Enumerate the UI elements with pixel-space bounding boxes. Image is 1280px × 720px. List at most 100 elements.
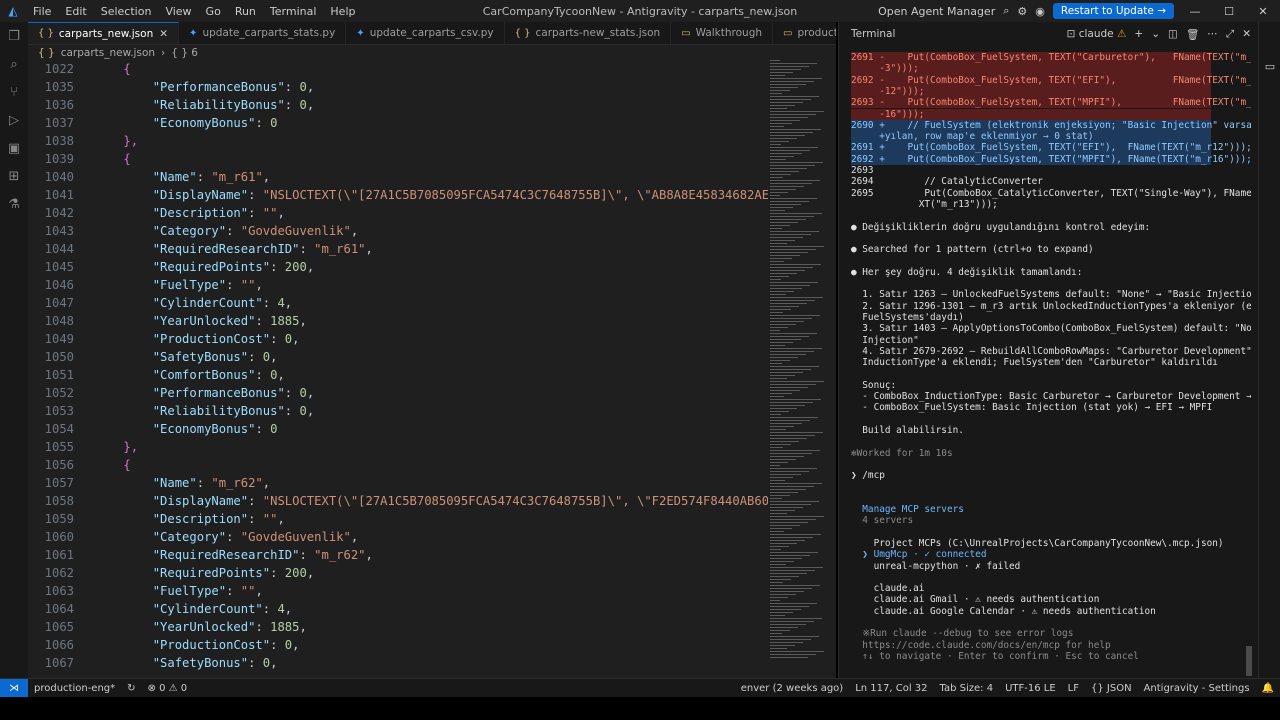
- minimap-line: [770, 117, 808, 118]
- minimap-line: [770, 510, 795, 511]
- minimap-line: [770, 489, 806, 490]
- settings-status[interactable]: Antigravity - Settings: [1144, 683, 1250, 694]
- tab-file-icon: ▭: [681, 27, 691, 39]
- minimize-icon[interactable]: —: [1178, 5, 1212, 18]
- editor-tab[interactable]: { } carparts_new.json ✕: [28, 22, 180, 44]
- terminal-line: 2690 + // FuelSystem (elektronik enjeksi…: [851, 119, 1251, 132]
- remote-explorer-icon[interactable]: ▣: [0, 134, 28, 162]
- restart-to-update-button[interactable]: Restart to Update →: [1052, 3, 1174, 19]
- source-control-icon[interactable]: ⑂: [0, 78, 28, 106]
- minimap-line: [770, 252, 808, 253]
- minimap-line: [770, 171, 799, 172]
- encoding-status[interactable]: UTF-16 LE: [1005, 683, 1056, 694]
- menu-item-help[interactable]: Help: [330, 5, 355, 18]
- account-icon[interactable]: ◉: [1035, 5, 1045, 18]
- breadcrumb-file[interactable]: carparts_new.json: [61, 47, 155, 59]
- eol-status[interactable]: LF: [1068, 683, 1079, 694]
- language-mode-status[interactable]: {} JSON: [1091, 683, 1132, 694]
- minimap-line: [770, 144, 781, 145]
- terminal-session-tab[interactable]: ⊡ claude ⚠: [1067, 28, 1127, 41]
- terminal-line: -12")));: [851, 85, 1211, 98]
- settings-gear-icon[interactable]: ⚙: [1017, 5, 1027, 18]
- chevron-down-icon[interactable]: ⌄: [1151, 28, 1160, 41]
- breadcrumb-path[interactable]: { } 6: [171, 47, 198, 59]
- close-tab-icon[interactable]: ✕: [159, 28, 168, 40]
- minimap-line: [770, 267, 813, 268]
- sync-icon[interactable]: ↻: [127, 683, 135, 694]
- code-line: "ComfortBonus": 0,: [152, 368, 285, 382]
- minimap-line: [770, 645, 795, 646]
- new-terminal-icon[interactable]: +: [1134, 28, 1143, 41]
- line-number: 1057: [44, 476, 74, 490]
- extensions-icon[interactable]: ⊞: [0, 162, 28, 190]
- terminal-line: Build alabilirsin.: [851, 424, 964, 436]
- terminal-output[interactable]: 2691 - Put(ComboBox_FuelSystem, TEXT("Ca…: [851, 52, 1251, 674]
- minimap-line: [770, 381, 824, 382]
- minimap-line: [770, 465, 780, 466]
- minimap-line: [770, 375, 795, 376]
- terminal-line: ● Değişikliklerin doğru uygulandığını ko…: [851, 221, 1151, 233]
- minimap-line: [770, 249, 816, 250]
- trash-icon[interactable]: 🗑: [1186, 28, 1199, 41]
- minimap-line: [770, 270, 805, 271]
- minimap-line: [770, 210, 785, 211]
- problems-status[interactable]: ⊗ 0 ⚠ 0: [148, 683, 188, 694]
- cursor-position-status[interactable]: Ln 117, Col 32: [855, 683, 927, 694]
- editor-tab[interactable]: ✦ update_carparts_stats.py: [179, 22, 347, 44]
- editor-tab[interactable]: ✦ update_carparts_csv.py: [346, 22, 505, 44]
- menu-item-run[interactable]: Run: [235, 5, 256, 18]
- remote-indicator-icon[interactable]: ⋊: [0, 679, 28, 697]
- minimap-line: [770, 225, 790, 226]
- agent-manager-button[interactable]: Open Agent Manager: [878, 5, 995, 18]
- minimap-line: [770, 399, 821, 400]
- testing-icon[interactable]: ⚗: [0, 190, 28, 218]
- editor-tab[interactable]: ▭ production-requirement_conflic: [773, 22, 836, 44]
- code-editor[interactable]: 1022 {1035 "PerformanceBonus": 0, 1036 "R…: [28, 60, 768, 676]
- minimap-line: [770, 279, 781, 280]
- minimap-line: [770, 444, 791, 445]
- explorer-icon[interactable]: ❐: [0, 22, 28, 50]
- minimap-line: [770, 486, 814, 487]
- maximize-icon[interactable]: ☐: [1212, 5, 1246, 18]
- maximize-panel-icon[interactable]: ⤢: [1226, 28, 1234, 41]
- terminal-scrollbar[interactable]: [1246, 646, 1252, 676]
- close-panel-icon[interactable]: ✕: [1242, 28, 1251, 41]
- branch-status[interactable]: production-eng*: [34, 683, 115, 694]
- menu-item-file[interactable]: File: [33, 5, 51, 18]
- split-terminal-icon[interactable]: ◫: [1168, 28, 1178, 41]
- minimap-line: [770, 96, 819, 97]
- run-debug-icon[interactable]: ▷: [0, 106, 28, 134]
- more-actions-icon[interactable]: ⋯: [1207, 28, 1218, 41]
- minimap-line: [770, 99, 811, 100]
- minimap-line: [770, 312, 783, 313]
- tab-file-icon: ▭: [783, 27, 793, 39]
- tab-size-status[interactable]: Tab Size: 4: [940, 683, 994, 694]
- minimap-line: [770, 105, 795, 106]
- notifications-bell-icon[interactable]: 🔔: [1262, 683, 1274, 694]
- terminal-view-icon[interactable]: ▭: [1259, 60, 1280, 73]
- editor-tab[interactable]: { } carparts-new_stats.json: [505, 22, 672, 44]
- menu-item-view[interactable]: View: [165, 5, 191, 18]
- minimap-line: [770, 111, 824, 112]
- minimap-line: [770, 333, 817, 334]
- git-blame-status[interactable]: enver (2 weeks ago): [741, 683, 843, 694]
- minimap-line: [770, 162, 823, 163]
- terminal-line: ● Her şey doğru. 4 değişiklik tamamlandı…: [851, 266, 1083, 278]
- close-window-icon[interactable]: ✕: [1246, 5, 1280, 18]
- menu-item-terminal[interactable]: Terminal: [270, 5, 317, 18]
- minimap-line: [770, 168, 807, 169]
- minimap-line: [770, 468, 817, 469]
- menu-item-go[interactable]: Go: [206, 5, 221, 18]
- minimap-line: [770, 156, 794, 157]
- search-view-icon[interactable]: ⌕: [0, 50, 28, 78]
- editor-tab[interactable]: ▭ Walkthrough: [671, 22, 774, 44]
- search-icon[interactable]: ⌕: [1003, 4, 1009, 18]
- menu-item-selection[interactable]: Selection: [101, 5, 152, 18]
- minimap[interactable]: [770, 60, 830, 676]
- menu-item-edit[interactable]: Edit: [65, 5, 86, 18]
- line-number: 1040: [44, 170, 74, 184]
- minimap-line: [770, 219, 806, 220]
- terminal-line: Manage MCP servers: [851, 504, 964, 515]
- minimap-line: [770, 531, 784, 532]
- terminal-line: +yılan, row map'e eklenmiyor → 0 stat): [851, 131, 1211, 143]
